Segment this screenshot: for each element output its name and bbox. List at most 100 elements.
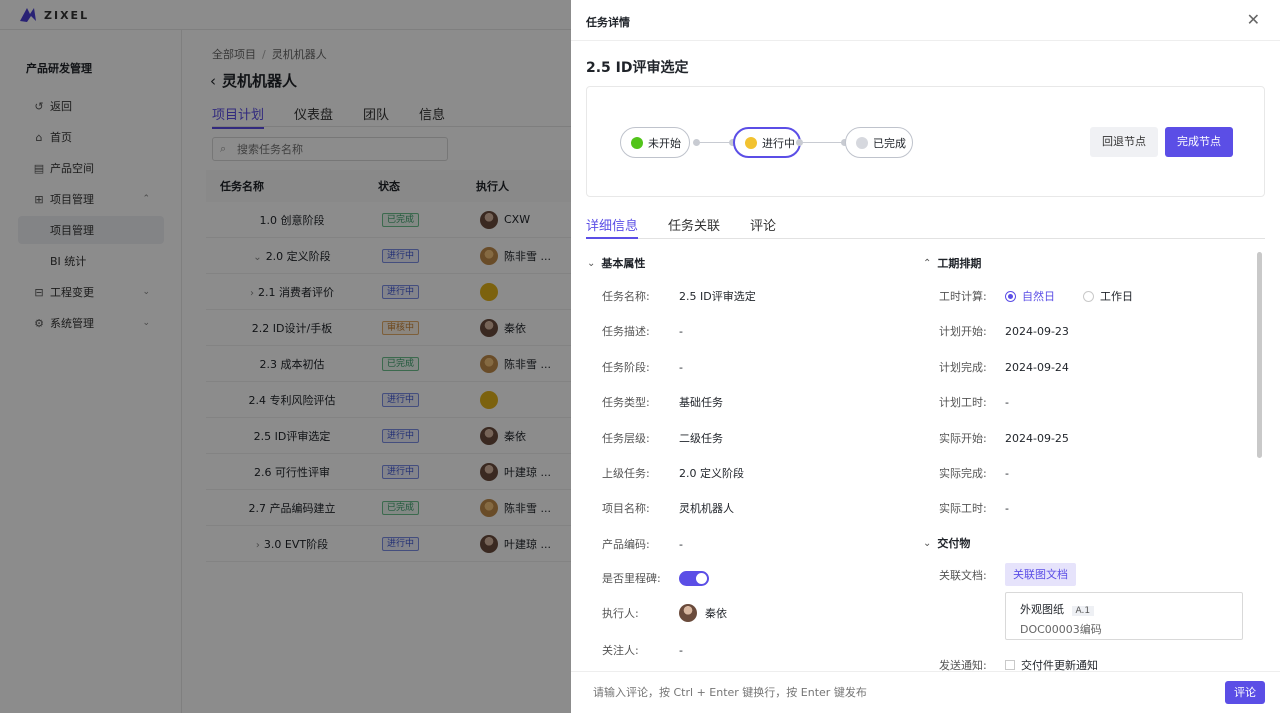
notify-checkbox[interactable]	[1005, 660, 1015, 670]
radio-natural-day[interactable]: 自然日	[1005, 288, 1055, 304]
link-document-button[interactable]: 关联图文档	[1005, 563, 1076, 586]
field-value: -	[1005, 501, 1009, 515]
version-badge: A.1	[1071, 606, 1095, 616]
radio-label: 工作日	[1100, 290, 1133, 303]
milestone-toggle[interactable]	[679, 570, 709, 586]
field-label: 实际开始:	[939, 432, 987, 445]
field-value: -	[679, 643, 683, 657]
field-label: 实际工时:	[939, 502, 987, 515]
field-label: 实际完成:	[939, 467, 987, 480]
field-value: -	[1005, 395, 1009, 409]
field-label: 执行人:	[602, 607, 639, 620]
drawer-header: 任务详情 ✕	[571, 0, 1280, 41]
chevron-down-icon: ⌄	[923, 537, 932, 549]
section-title: 基本属性	[601, 257, 646, 270]
field-actual-hours: 实际工时: -	[939, 500, 1009, 516]
field-plan-start: 计划开始: 2024-09-23	[939, 323, 1069, 339]
document-name: 外观图纸	[1020, 603, 1064, 616]
field-label: 任务描述:	[602, 325, 650, 338]
field-task-desc: 任务描述: -	[602, 323, 683, 339]
section-title: 工期排期	[937, 257, 982, 270]
field-value: -	[679, 324, 683, 338]
field-task-name: 任务名称: 2.5 ID评审选定	[602, 288, 756, 304]
task-detail-drawer: 任务详情 ✕ 2.5 ID评审选定 未开始 进行中 已完成 回退节点 完成节点 …	[571, 0, 1280, 713]
field-value: 2024-09-23	[1005, 324, 1069, 338]
document-code: DOC00003编码	[1020, 623, 1102, 636]
field-label: 工时计算:	[939, 290, 987, 303]
complete-node-button[interactable]: 完成节点	[1165, 127, 1233, 157]
tab-details[interactable]: 详细信息	[586, 215, 639, 239]
radio-icon	[1083, 290, 1094, 302]
comment-input[interactable]	[593, 686, 1193, 699]
tab-task-links[interactable]: 任务关联	[668, 215, 720, 239]
drawer-title: 任务详情	[586, 16, 630, 29]
avatar	[679, 604, 697, 622]
field-value: 秦依	[705, 607, 727, 620]
field-label: 任务层级:	[602, 432, 650, 445]
field-label: 计划完成:	[939, 361, 987, 374]
stage-completed[interactable]: 已完成	[845, 127, 913, 158]
field-followers: 关注人: -	[602, 642, 683, 658]
field-task-level: 任务层级: 二级任务	[602, 430, 723, 446]
task-title: 2.5 ID评审选定	[586, 60, 689, 76]
field-value: 2024-09-24	[1005, 360, 1069, 374]
field-value: 2.0 定义阶段	[679, 467, 744, 480]
field-label: 计划工时:	[939, 396, 987, 409]
field-label: 任务阶段:	[602, 361, 650, 374]
connector-line	[802, 142, 846, 143]
status-dot-icon	[856, 136, 868, 149]
field-project-name: 项目名称: 灵机机器人	[602, 500, 734, 516]
field-label: 产品编码:	[602, 538, 650, 551]
field-label: 关注人:	[602, 644, 639, 657]
radio-icon	[1005, 290, 1016, 302]
status-dot-icon	[745, 136, 757, 149]
section-header-schedule[interactable]: ⌃ 工期排期	[923, 255, 981, 271]
field-plan-hours: 计划工时: -	[939, 394, 1009, 410]
field-task-stage: 任务阶段: -	[602, 359, 683, 375]
field-value: 基础任务	[679, 396, 723, 409]
status-dot-icon	[631, 136, 643, 149]
scrollbar[interactable]	[1257, 252, 1262, 458]
field-value: 2.5 ID评审选定	[679, 290, 756, 303]
chevron-down-icon: ⌄	[587, 257, 596, 269]
stage-not-started[interactable]: 未开始	[620, 127, 690, 158]
field-value: 二级任务	[679, 432, 723, 445]
comment-footer: 评论	[571, 671, 1280, 713]
field-hour-calc: 工时计算: 自然日 工作日	[939, 288, 1161, 304]
detail-tabs: 详细信息 任务关联 评论	[586, 215, 1265, 239]
tab-comments[interactable]: 评论	[750, 215, 776, 239]
field-label: 任务类型:	[602, 396, 650, 409]
field-plan-end: 计划完成: 2024-09-24	[939, 359, 1069, 375]
stage-in-progress[interactable]: 进行中	[733, 127, 801, 158]
field-value: -	[1005, 466, 1009, 480]
chevron-up-icon: ⌃	[923, 257, 932, 269]
stage-panel: 未开始 进行中 已完成 回退节点 完成节点	[586, 86, 1265, 197]
field-linked-docs: 关联文档: 关联图文档	[939, 563, 1076, 586]
field-assignee: 执行人: 秦依	[602, 604, 727, 622]
document-card[interactable]: 外观图纸 A.1 DOC00003编码	[1005, 592, 1243, 640]
field-value: 灵机机器人	[679, 502, 734, 515]
field-milestone: 是否里程碑:	[602, 570, 709, 586]
field-label: 是否里程碑:	[602, 572, 661, 585]
field-parent-task: 上级任务: 2.0 定义阶段	[602, 465, 744, 481]
field-label: 上级任务:	[602, 467, 650, 480]
radio-label: 自然日	[1022, 290, 1055, 303]
field-actual-end: 实际完成: -	[939, 465, 1009, 481]
field-value: -	[679, 360, 683, 374]
stage-label: 未开始	[648, 136, 681, 150]
section-title: 交付物	[937, 537, 971, 550]
field-label: 关联文档:	[939, 568, 987, 582]
section-header-deliverables[interactable]: ⌄ 交付物	[923, 535, 970, 551]
comment-submit-button[interactable]: 评论	[1225, 681, 1265, 704]
field-value: 2024-09-25	[1005, 431, 1069, 445]
field-label: 任务名称:	[602, 290, 650, 303]
rollback-node-button[interactable]: 回退节点	[1090, 127, 1158, 157]
field-label: 项目名称:	[602, 502, 650, 515]
field-actual-start: 实际开始: 2024-09-25	[939, 430, 1069, 446]
section-header-basic[interactable]: ⌄ 基本属性	[587, 255, 645, 271]
radio-work-day[interactable]: 工作日	[1083, 288, 1133, 304]
field-label: 计划开始:	[939, 325, 987, 338]
stage-label: 已完成	[873, 136, 906, 150]
close-icon[interactable]: ✕	[1247, 10, 1260, 29]
connector-line	[699, 142, 732, 143]
